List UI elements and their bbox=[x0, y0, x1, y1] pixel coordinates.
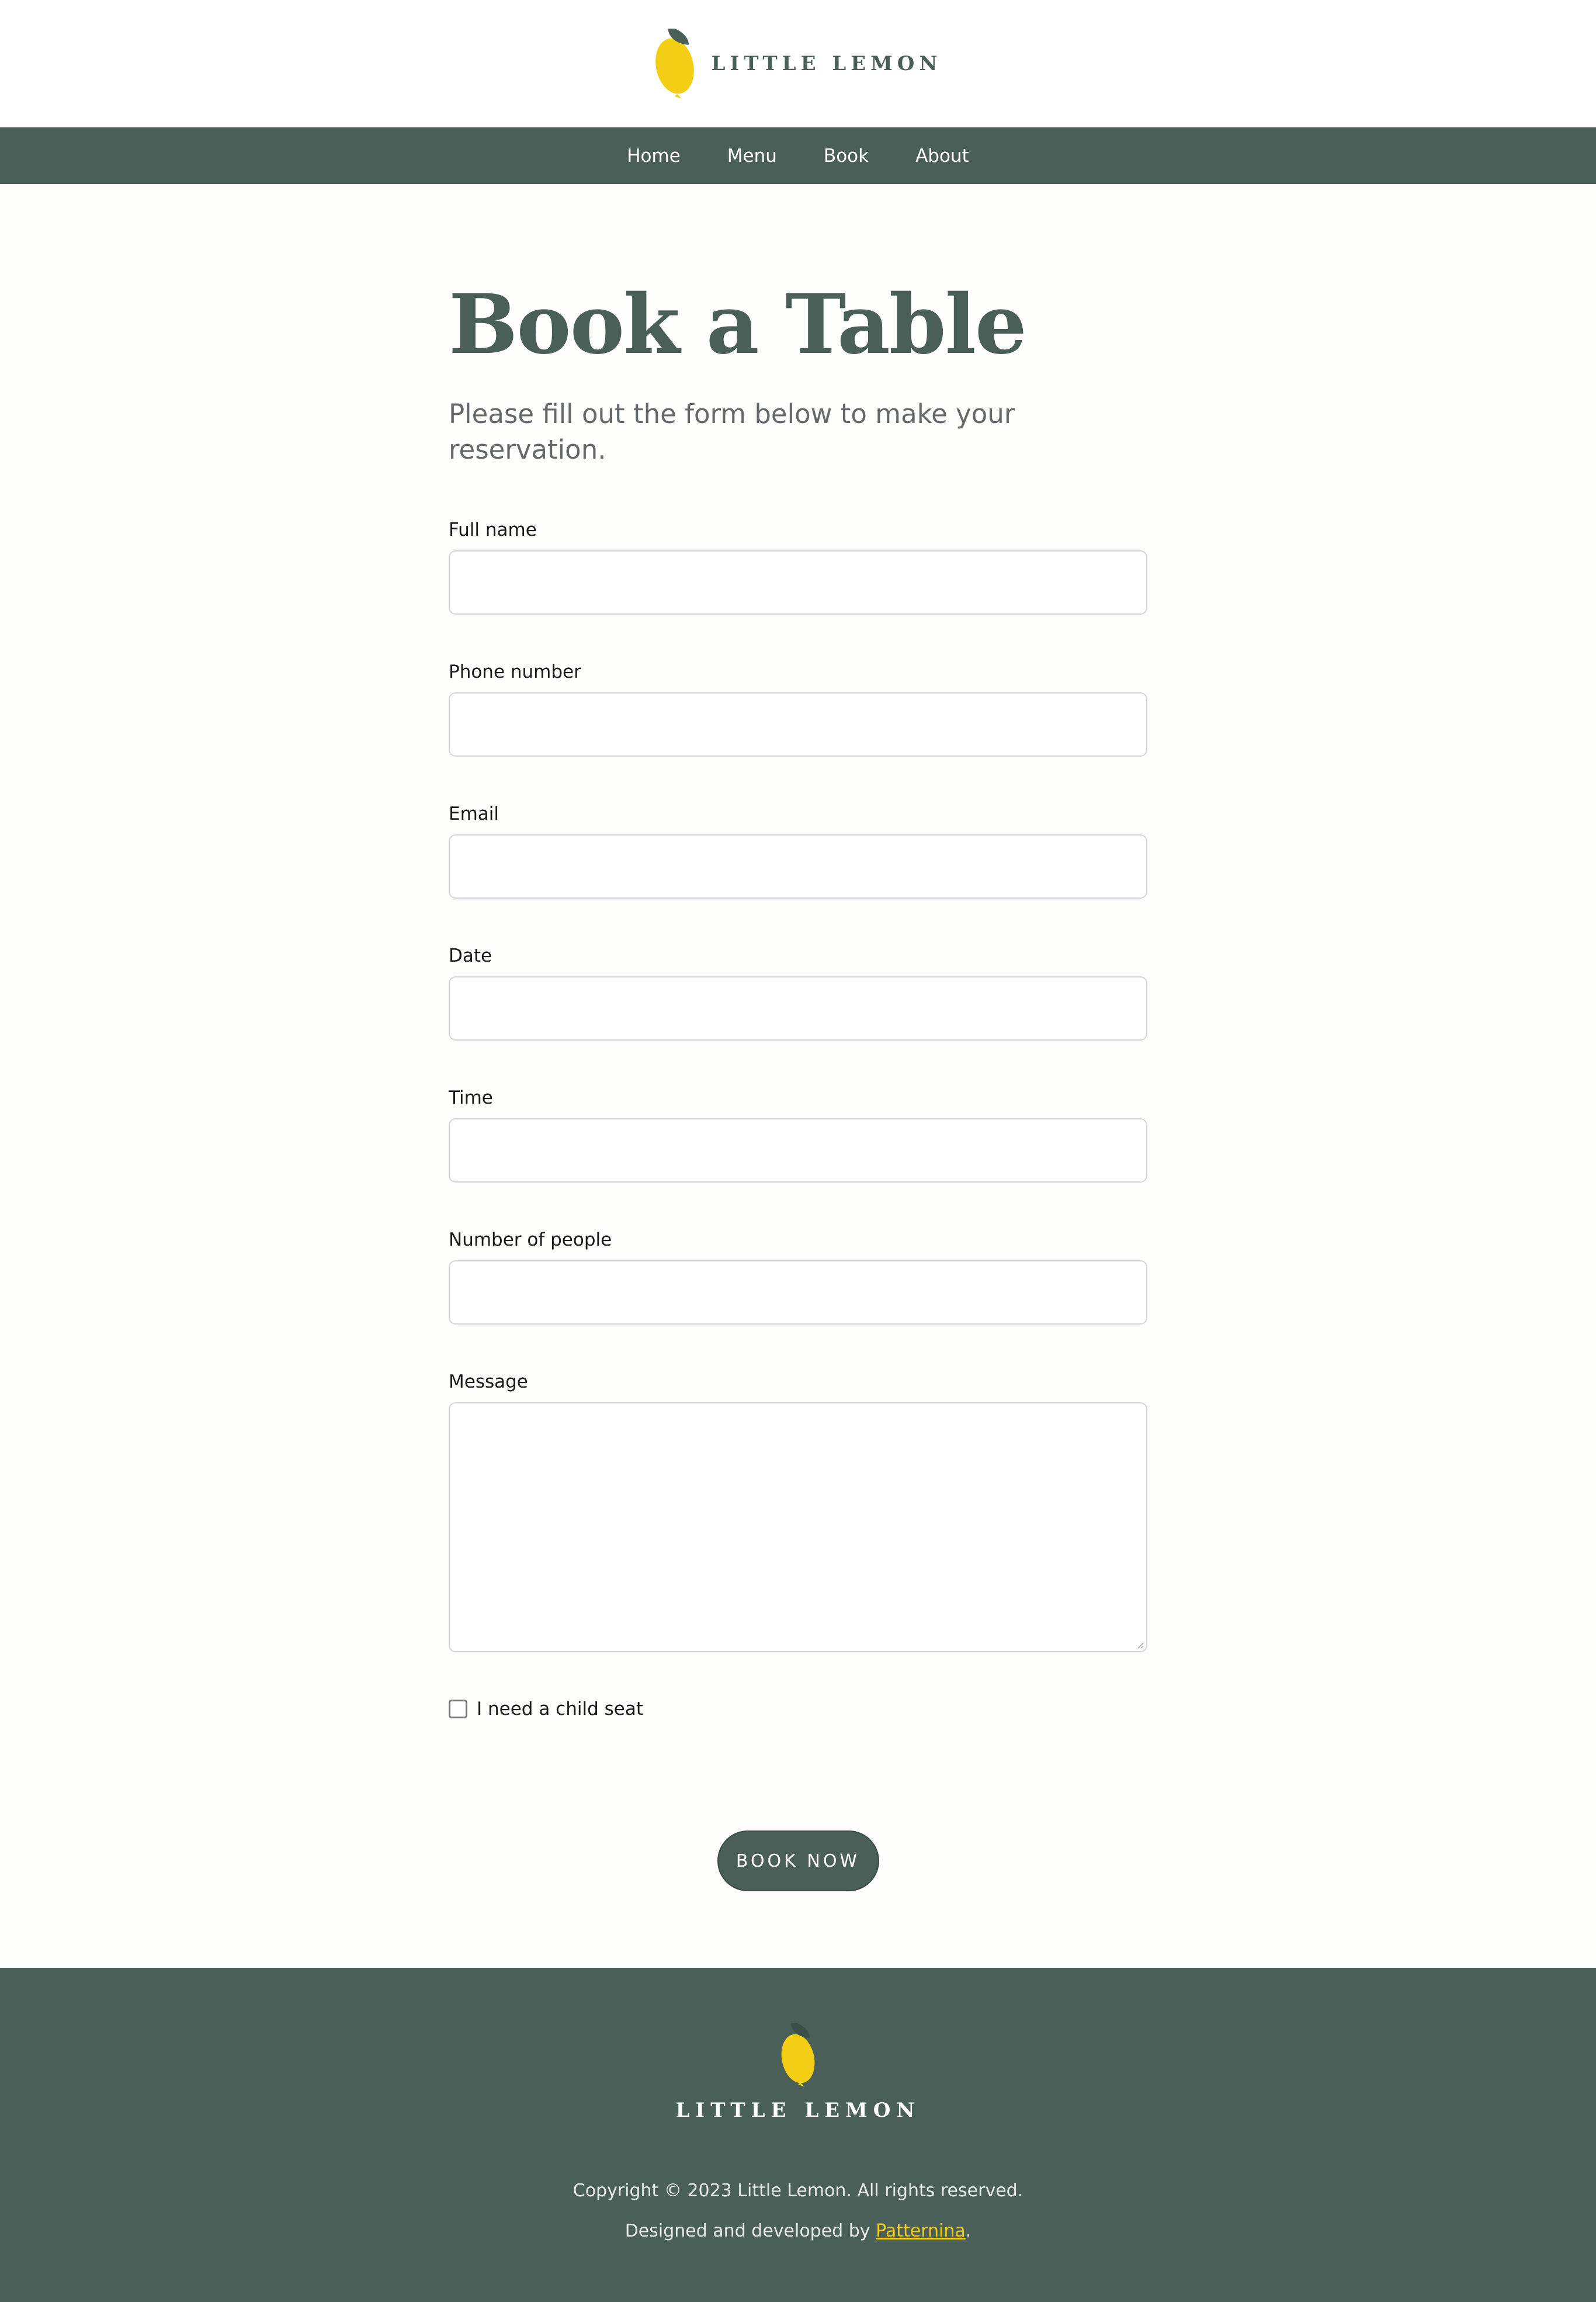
resize-grip-icon[interactable] bbox=[1136, 1641, 1144, 1649]
time-label: Time bbox=[449, 1087, 493, 1108]
site-header: LITTLE LEMON bbox=[0, 0, 1596, 127]
people-label: Number of people bbox=[449, 1229, 612, 1250]
book-now-button[interactable]: BOOK NOW bbox=[717, 1830, 879, 1891]
full-name-input[interactable] bbox=[449, 550, 1147, 615]
credit-suffix: . bbox=[965, 2221, 972, 2241]
brand-name: LITTLE LEMON bbox=[711, 52, 942, 75]
full-name-label: Full name bbox=[449, 519, 537, 540]
credit-link[interactable]: Patternina bbox=[876, 2221, 966, 2241]
phone-field: Phone number bbox=[449, 661, 1147, 757]
date-label: Date bbox=[449, 945, 492, 966]
lemon-icon bbox=[781, 2023, 815, 2087]
message-textarea[interactable] bbox=[449, 1402, 1147, 1652]
nav-item-menu[interactable]: Menu bbox=[727, 145, 777, 167]
booking-section: Book a Table Please fill out the form be… bbox=[449, 184, 1147, 1966]
phone-label: Phone number bbox=[449, 661, 581, 682]
phone-input[interactable] bbox=[449, 692, 1147, 757]
page-subtitle: Please fill out the form below to make y… bbox=[449, 398, 1015, 465]
people-input[interactable] bbox=[449, 1260, 1147, 1325]
main-nav: Home Menu Book About bbox=[0, 127, 1596, 184]
nav-item-book[interactable]: Book bbox=[824, 145, 869, 167]
date-field: Date bbox=[449, 945, 1147, 1041]
message-field: Message bbox=[449, 1371, 1147, 1652]
full-name-field: Full name bbox=[449, 519, 1147, 615]
email-input[interactable] bbox=[449, 834, 1147, 899]
nav-item-about[interactable]: About bbox=[915, 145, 969, 167]
child-seat-label[interactable]: I need a child seat bbox=[477, 1698, 643, 1719]
footer-credit: Designed and developed by Patternina. bbox=[625, 2221, 972, 2241]
submit-wrap: BOOK NOW bbox=[449, 1830, 1147, 1891]
brand-logo[interactable]: LITTLE LEMON bbox=[654, 29, 942, 99]
email-label: Email bbox=[449, 803, 499, 824]
credit-prefix: Designed and developed by bbox=[624, 2221, 876, 2241]
child-seat-option[interactable]: I need a child seat bbox=[449, 1698, 1147, 1719]
time-field: Time bbox=[449, 1087, 1147, 1183]
email-field: Email bbox=[449, 803, 1147, 899]
footer-brand-name: LITTLE LEMON bbox=[675, 2099, 921, 2122]
message-label: Message bbox=[449, 1371, 528, 1392]
page-title: Book a Table bbox=[449, 277, 1027, 373]
date-input[interactable] bbox=[449, 976, 1147, 1041]
site-footer: LITTLE LEMON Copyright © 2023 Little Lem… bbox=[0, 1968, 1596, 2302]
booking-form: Full name Phone number Email Date Time N… bbox=[449, 519, 1147, 1891]
child-seat-checkbox[interactable] bbox=[449, 1700, 467, 1718]
people-field: Number of people bbox=[449, 1229, 1147, 1325]
footer-copyright: Copyright © 2023 Little Lemon. All right… bbox=[573, 2180, 1023, 2201]
lemon-icon bbox=[655, 29, 695, 99]
time-input[interactable] bbox=[449, 1118, 1147, 1183]
nav-item-home[interactable]: Home bbox=[627, 145, 681, 167]
